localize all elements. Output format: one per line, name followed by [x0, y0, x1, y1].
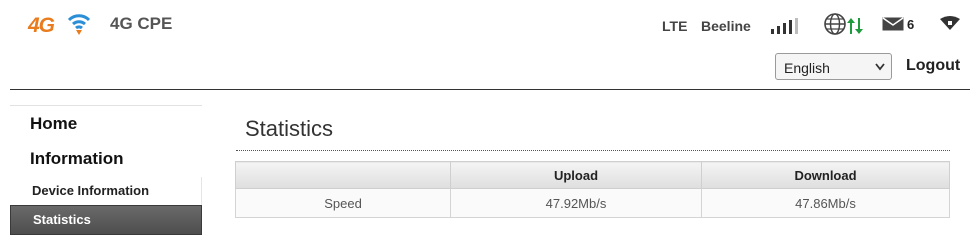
- logout-button[interactable]: Logout: [906, 57, 960, 75]
- column-header-label: [235, 161, 451, 189]
- table-header-row: Upload Download: [235, 161, 950, 189]
- wifi-logo-icon: [67, 14, 91, 35]
- sidebar-divider: [10, 105, 202, 106]
- sidebar-item-information[interactable]: Information: [30, 149, 124, 169]
- brand-logo: 4G: [28, 11, 92, 41]
- mail-icon[interactable]: [882, 17, 904, 31]
- row-label-speed: Speed: [235, 188, 451, 218]
- sms-count: 6: [907, 17, 915, 32]
- globe-icon: [824, 13, 846, 35]
- table-row: Speed 47.92Mb/s 47.86Mb/s: [235, 188, 950, 218]
- logo-4g-text: 4G: [28, 14, 55, 37]
- sidebar-subitem-device-information[interactable]: Device Information: [10, 177, 202, 205]
- download-speed-value: 47.86Mb/s: [701, 188, 950, 218]
- network-type: LTE: [662, 18, 688, 34]
- wifi-status-icon: [940, 16, 960, 30]
- page-title: Statistics: [245, 116, 334, 141]
- column-header-download: Download: [701, 161, 950, 189]
- signal-strength-icon: [771, 18, 798, 34]
- sidebar-subitem-statistics[interactable]: Statistics: [10, 205, 202, 235]
- language-select[interactable]: English: [775, 53, 892, 80]
- title-divider: [236, 150, 950, 151]
- header-divider: [10, 89, 970, 90]
- chevron-down-icon: [875, 63, 885, 71]
- product-name: 4G CPE: [110, 14, 173, 33]
- operator-name: Beeline: [701, 18, 751, 34]
- language-selected: English: [784, 60, 830, 76]
- column-header-upload: Upload: [450, 161, 702, 189]
- upload-speed-value: 47.92Mb/s: [450, 188, 702, 218]
- sidebar-item-home[interactable]: Home: [30, 114, 77, 134]
- updown-arrows-icon: [847, 18, 863, 34]
- statistics-table: Upload Download Speed 47.92Mb/s 47.86Mb/…: [235, 161, 950, 218]
